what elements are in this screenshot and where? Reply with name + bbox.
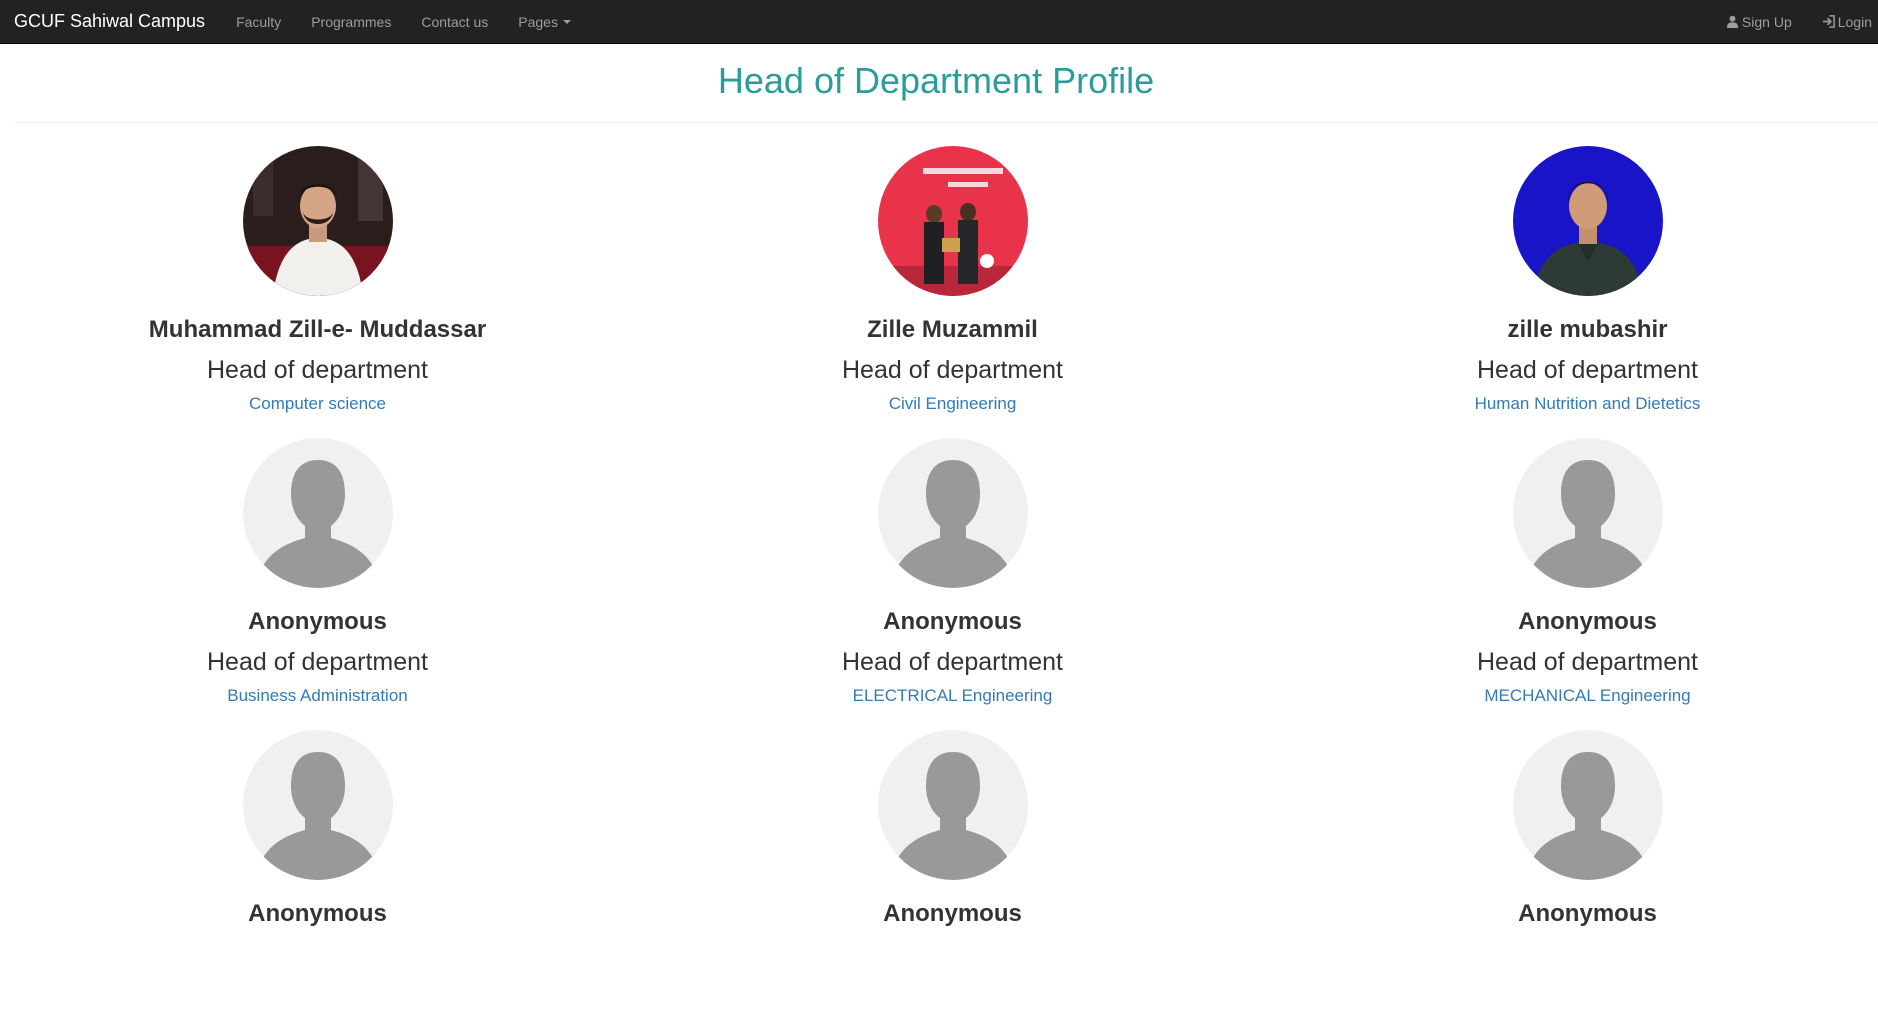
- profile-dept-link[interactable]: Business Administration: [0, 685, 635, 707]
- profile-grid: Muhammad Zill-e- Muddassar Head of depar…: [0, 146, 1878, 1022]
- caret-down-icon: [562, 19, 571, 24]
- avatar-photo-man-blue-background: [1512, 146, 1663, 296]
- profile-name: Anonymous: [1518, 900, 1657, 927]
- photo-man-blue-background-icon: [1512, 146, 1663, 296]
- avatar-photo-man-white-shirt: [242, 146, 393, 296]
- profile-role: Head of department: [1477, 648, 1698, 676]
- nav-faculty[interactable]: Faculty: [236, 14, 281, 30]
- default-user-silhouette-icon: [1512, 730, 1663, 880]
- profile-card: Muhammad Zill-e- Muddassar Head of depar…: [0, 146, 635, 438]
- default-user-silhouette-icon: [1512, 438, 1663, 588]
- top-navbar: GCUF Sahiwal Campus Faculty Programmes C…: [0, 0, 1878, 44]
- profile-role: Head of department: [842, 648, 1063, 676]
- profile-name: Anonymous: [1518, 608, 1657, 635]
- profile-role: Head of department: [842, 356, 1063, 384]
- profile-role: Head of department: [207, 356, 428, 384]
- profile-card: Anonymous: [635, 730, 1270, 1022]
- default-user-silhouette-icon: [242, 438, 393, 588]
- profile-name: Zille Muzammil: [867, 316, 1038, 343]
- profile-name: Muhammad Zill-e- Muddassar: [148, 316, 487, 343]
- nav-programmes[interactable]: Programmes: [311, 14, 391, 30]
- signup-label: Sign Up: [1741, 13, 1792, 30]
- profile-card: zille mubashir Head of department Human …: [1270, 146, 1878, 438]
- page-header: Head of Department Profile: [14, 44, 1878, 123]
- default-user-silhouette-icon: [242, 730, 393, 880]
- signup-link[interactable]: Sign Up: [1726, 14, 1792, 30]
- profile-card: Anonymous: [0, 730, 635, 1022]
- avatar-default: [1512, 730, 1663, 880]
- nav-pages-label: Pages: [518, 13, 558, 30]
- photo-man-white-shirt-icon: [242, 146, 393, 296]
- profile-dept-link[interactable]: MECHANICAL Engineering: [1270, 685, 1878, 707]
- default-user-silhouette-icon: [877, 438, 1028, 588]
- profile-dept-link[interactable]: Human Nutrition and Dietetics: [1270, 393, 1878, 415]
- profile-card: Anonymous Head of department ELECTRICAL …: [635, 438, 1270, 730]
- page-title: Head of Department Profile: [717, 60, 1155, 101]
- login-icon: [1822, 15, 1835, 28]
- profile-dept-link[interactable]: Civil Engineering: [635, 393, 1270, 415]
- profile-name: Anonymous: [883, 900, 1022, 927]
- default-user-silhouette-icon: [877, 730, 1028, 880]
- avatar-default: [877, 730, 1028, 880]
- profile-dept-link[interactable]: ELECTRICAL Engineering: [635, 685, 1270, 707]
- profile-card: Anonymous Head of department Business Ad…: [0, 438, 635, 730]
- avatar-photo-award-ceremony: [877, 146, 1028, 296]
- user-icon: [1726, 15, 1738, 28]
- login-link[interactable]: Login: [1822, 14, 1872, 30]
- profile-card: Anonymous Head of department MECHANICAL …: [1270, 438, 1878, 730]
- avatar-default: [242, 438, 393, 588]
- avatar-default: [1512, 438, 1663, 588]
- profile-name: zille mubashir: [1507, 316, 1668, 343]
- nav-contact[interactable]: Contact us: [421, 14, 488, 30]
- nav-pages-dropdown[interactable]: Pages: [518, 14, 571, 30]
- profile-card: Zille Muzammil Head of department Civil …: [635, 146, 1270, 438]
- profile-name: Anonymous: [248, 900, 387, 927]
- photo-award-ceremony-icon: [877, 146, 1028, 296]
- avatar-default: [877, 438, 1028, 588]
- login-label: Login: [1837, 13, 1872, 30]
- profile-dept-link[interactable]: Computer science: [0, 393, 635, 415]
- nav-right: Sign Up Login: [1710, 14, 1878, 30]
- profile-role: Head of department: [207, 648, 428, 676]
- profile-name: Anonymous: [883, 608, 1022, 635]
- avatar-default: [242, 730, 393, 880]
- profile-name: Anonymous: [248, 608, 387, 635]
- profile-card: Anonymous: [1270, 730, 1878, 1022]
- brand-link[interactable]: GCUF Sahiwal Campus: [14, 11, 205, 32]
- profile-role: Head of department: [1477, 356, 1698, 384]
